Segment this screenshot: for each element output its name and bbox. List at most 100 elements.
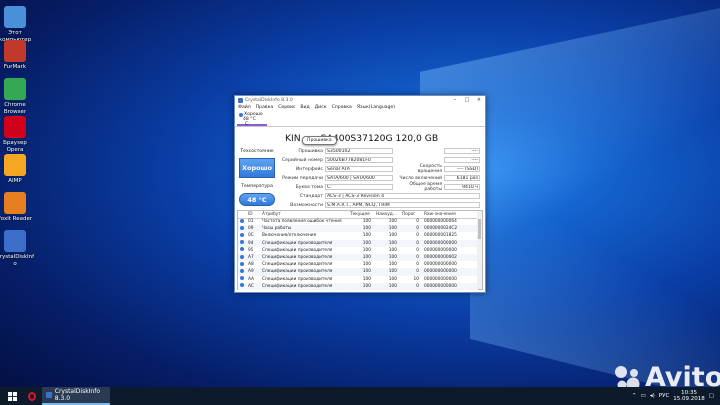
smart-row[interactable]: A9 Спецификации производителя 100 100 0 00000… bbox=[238, 268, 478, 276]
menu-disk[interactable]: Диск bbox=[315, 105, 327, 110]
smart-current: 100 bbox=[362, 219, 371, 225]
taskbar-opera[interactable] bbox=[24, 387, 42, 405]
smart-threshold: 0 bbox=[416, 233, 419, 239]
smart-raw: 000000001825 bbox=[424, 233, 457, 239]
menu-edit[interactable]: Правка bbox=[256, 105, 273, 110]
smart-id: A9 bbox=[246, 268, 260, 276]
desktop-icon-7[interactable]: CrystalDiskInf o bbox=[0, 230, 35, 267]
smart-worst: 100 bbox=[374, 239, 400, 247]
smart-row[interactable]: 01 Частота появления ошибок чтения 100 100 0… bbox=[238, 218, 478, 225]
smart-scrollbar[interactable] bbox=[477, 211, 482, 289]
start-button[interactable] bbox=[0, 387, 24, 405]
clock[interactable]: 10:35 15.09.2018 bbox=[673, 390, 705, 402]
smart-id: AC bbox=[246, 282, 260, 290]
smart-raw: 0000000024C2 bbox=[422, 225, 478, 233]
smart-row[interactable]: AC Спецификации производителя 100 100 0 00000… bbox=[238, 282, 478, 290]
smart-threshold: 0 bbox=[416, 219, 419, 225]
smart-row[interactable]: 95 Спецификации производителя 100 100 0 00000… bbox=[238, 247, 478, 254]
smart-row[interactable]: 0C Включения/отключения 100 100 0 00000000182… bbox=[238, 232, 478, 239]
header-threshold[interactable]: Порог bbox=[400, 211, 422, 219]
desktop-icon-3[interactable]: Chrome Browser bbox=[0, 78, 35, 115]
info-row-power-hours: Общее время работы 9410 ч bbox=[409, 182, 480, 192]
smart-worst: 100 bbox=[374, 282, 400, 290]
title-bar[interactable]: CrystalDiskInfo 8.3.0 – □ × bbox=[235, 96, 485, 104]
smart-row[interactable]: AA Спецификации производителя 100 100 10 0000… bbox=[238, 276, 478, 283]
header-raw[interactable]: Raw-значения bbox=[422, 211, 478, 219]
menu-language[interactable]: Язык(Language) bbox=[357, 105, 395, 110]
opera-icon bbox=[28, 391, 36, 401]
taskbar-crystaldiskinfo[interactable]: CrystalDiskInfo 8.3.0 bbox=[42, 387, 110, 405]
smart-worst: 100 bbox=[388, 233, 397, 239]
smart-raw: 000000000000 bbox=[424, 262, 457, 268]
temperature-label: Температура bbox=[241, 184, 273, 189]
smart-current: 100 bbox=[362, 262, 371, 268]
info-row-rotation-speed: Скорость вращения ---- (SSD) bbox=[417, 164, 480, 174]
header-status bbox=[238, 211, 246, 219]
temperature-value: 48 °C bbox=[239, 193, 275, 206]
smart-row[interactable]: A7 Спецификации производителя 100 100 0 00000… bbox=[238, 253, 478, 262]
desktop-icon-2[interactable]: FurMark bbox=[0, 40, 35, 71]
good-status-dot-icon bbox=[240, 276, 244, 281]
info-row-serial: Серийный номер 50026B7782081F0 bbox=[281, 157, 393, 163]
maximize-icon[interactable]: □ bbox=[461, 97, 473, 103]
smart-worst: 100 bbox=[374, 225, 400, 233]
smart-id: 0C bbox=[248, 233, 254, 239]
menu-tools[interactable]: Сервис bbox=[278, 105, 295, 110]
desktop-icon-5[interactable]: AIMP bbox=[0, 154, 35, 185]
smart-attribute: Частота появления ошибок чтения bbox=[262, 219, 342, 225]
menu-view[interactable]: Вид bbox=[300, 105, 309, 110]
desktop-icon-4[interactable]: Браузер Opera bbox=[0, 116, 35, 153]
desktop-app-icon bbox=[4, 192, 26, 214]
smart-status-icon bbox=[238, 261, 246, 268]
smart-attribute: Спецификации производителя bbox=[262, 247, 333, 253]
tray-up-arrow-icon[interactable]: ⌃ bbox=[632, 393, 637, 399]
good-status-dot-icon bbox=[240, 225, 244, 230]
desktop-icon-label: Foxit Reader bbox=[0, 216, 33, 222]
desktop-icon-1[interactable]: Этот компьютер bbox=[0, 6, 35, 43]
smart-raw: 000000000000 bbox=[422, 282, 478, 290]
good-status-dot-icon bbox=[240, 232, 244, 237]
volume-icon[interactable]: ◂) bbox=[650, 393, 655, 399]
disk-tab-letter: C: bbox=[245, 122, 250, 127]
smart-attribute: Спецификации производителя bbox=[262, 276, 333, 282]
smart-current: 100 bbox=[348, 282, 374, 290]
header-id[interactable]: ID bbox=[246, 211, 260, 219]
menu-help[interactable]: Справка bbox=[332, 105, 352, 110]
windows-logo-icon bbox=[7, 391, 17, 401]
smart-current: 100 bbox=[362, 233, 371, 239]
smart-id: 95 bbox=[248, 247, 254, 253]
good-status-dot-icon bbox=[240, 218, 244, 223]
smart-attribute: Спецификации производителя bbox=[260, 253, 348, 262]
menu-file[interactable]: Файл bbox=[238, 105, 251, 110]
desktop-icon-label: CrystalDiskInf o bbox=[0, 254, 35, 267]
health-label: Техсостояние bbox=[240, 149, 274, 154]
smart-row[interactable]: A8 Спецификации производителя 100 100 0 00000… bbox=[238, 261, 478, 268]
network-icon[interactable]: ▭ bbox=[641, 393, 646, 399]
header-attribute[interactable]: Атрибут bbox=[260, 211, 348, 219]
smart-worst: 100 bbox=[388, 276, 397, 282]
info-row-volume-letter: Буква тома C: bbox=[281, 184, 393, 190]
smart-status-icon bbox=[238, 232, 246, 239]
close-icon[interactable]: × bbox=[473, 97, 485, 103]
health-status-button[interactable]: Хорошо bbox=[239, 158, 275, 178]
smart-status-icon bbox=[238, 276, 246, 283]
crystaldiskinfo-icon bbox=[46, 392, 52, 398]
smart-id: AA bbox=[248, 276, 254, 282]
desktop-app-icon bbox=[4, 78, 26, 100]
language-indicator[interactable]: РУС bbox=[659, 393, 670, 399]
smart-id: 09 bbox=[246, 225, 260, 233]
desktop-icon-6[interactable]: Foxit Reader bbox=[0, 192, 35, 223]
smart-worst: 100 bbox=[388, 262, 397, 268]
desktop-app-icon bbox=[4, 230, 26, 252]
smart-row[interactable]: 94 Спецификации производителя 100 100 0 00000… bbox=[238, 239, 478, 247]
minimize-icon[interactable]: – bbox=[449, 97, 461, 103]
smart-threshold: 0 bbox=[400, 225, 422, 233]
smart-worst: 100 bbox=[374, 253, 400, 262]
header-worst[interactable]: Наихуд... bbox=[374, 211, 400, 219]
smart-threshold: 0 bbox=[416, 247, 419, 253]
smart-row[interactable]: 09 Часы работы 100 100 0 0000000024C2 bbox=[238, 225, 478, 233]
disk-tab-c[interactable]: Хорошо 48 °C C: bbox=[237, 111, 267, 127]
window-title: CrystalDiskInfo 8.3.0 bbox=[245, 97, 293, 103]
notifications-icon[interactable]: ▢ bbox=[709, 393, 714, 399]
header-current[interactable]: Текущее bbox=[348, 211, 374, 219]
